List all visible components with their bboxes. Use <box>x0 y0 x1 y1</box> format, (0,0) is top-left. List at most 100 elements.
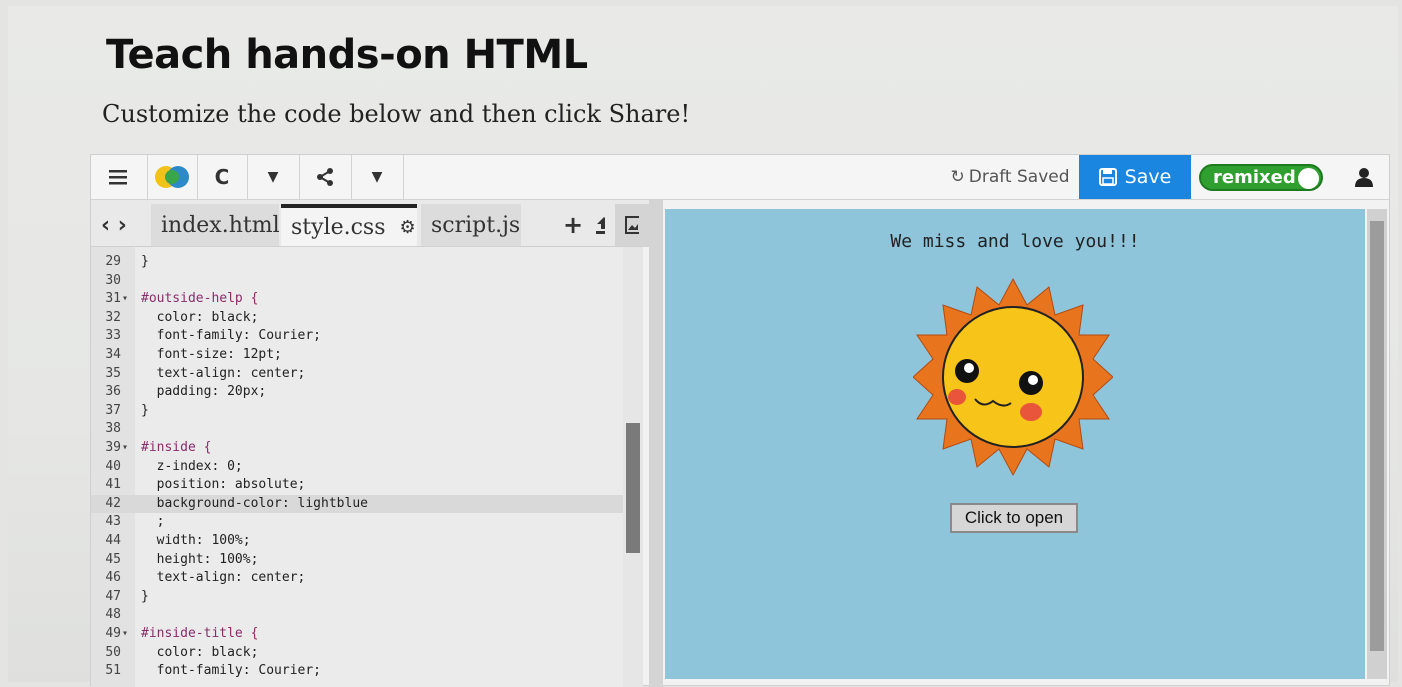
line-number: 45 <box>105 551 121 567</box>
preview-pane: We miss and love you!!! Click to open <box>665 209 1365 679</box>
click-to-open-button[interactable]: Click to open <box>950 503 1078 533</box>
tab-index-html[interactable]: index.html <box>151 204 280 246</box>
code-line[interactable]: 31 ▾ #outside-help { <box>91 290 643 309</box>
remixed-label: remixed <box>1213 167 1296 188</box>
fold-arrow-icon[interactable]: ▾ <box>122 290 128 309</box>
tab-label: index.html <box>161 212 280 238</box>
code-scrollbar[interactable] <box>623 247 643 687</box>
code-line[interactable]: 41 position: absolute; <box>91 476 643 495</box>
share-dropdown[interactable]: ▼ <box>351 155 404 199</box>
line-number: 50 <box>105 644 121 660</box>
line-number: 39 <box>105 440 121 455</box>
line-number: 46 <box>105 570 121 586</box>
add-file-icon: + <box>563 211 584 239</box>
line-number: 49 <box>105 626 121 641</box>
add-file-button[interactable]: + <box>553 204 587 246</box>
pane-divider[interactable] <box>649 200 663 687</box>
user-button[interactable] <box>1337 155 1391 199</box>
logo-button[interactable] <box>147 155 198 199</box>
line-number: 42 <box>105 495 121 511</box>
line-number: 30 <box>105 272 121 288</box>
sun-image <box>913 277 1113 477</box>
menu-icon <box>109 170 127 185</box>
toggle-knob <box>1298 168 1319 189</box>
line-number: 51 <box>105 663 121 679</box>
code-area[interactable]: 29} 30 31 ▾ #outside-help {32 color: black; 3… <box>91 247 643 687</box>
right-cheek <box>1020 403 1042 421</box>
code-line[interactable]: 34 font-size: 12pt; <box>91 346 643 365</box>
remixed-toggle[interactable]: remixed <box>1199 164 1323 191</box>
code-line[interactable]: 51 font-family: Courier; <box>91 662 643 681</box>
right-eye-shine <box>1028 375 1038 385</box>
code-text: width: 100%; <box>141 533 251 548</box>
floppy-disk-icon <box>1098 168 1117 186</box>
code-line[interactable]: 44 width: 100%; <box>91 532 643 551</box>
code-line[interactable]: 49 ▾ #inside-title { <box>91 625 643 644</box>
code-text: #inside-title { <box>141 626 259 641</box>
code-text: } <box>141 402 149 418</box>
line-number: 34 <box>105 347 121 362</box>
save-button[interactable]: Save <box>1079 155 1191 199</box>
code-line[interactable]: 30 <box>91 272 643 291</box>
editor-toolbar: C ▼ ▼ ↻ Draft Saved Save remixed <box>91 155 1389 200</box>
line-number: 37 <box>105 402 121 418</box>
line-number: 38 <box>105 421 121 437</box>
code-line[interactable]: 38 <box>91 420 643 439</box>
menu-button[interactable] <box>91 155 148 199</box>
code-text: ; <box>141 514 165 530</box>
upload-icon <box>596 217 605 234</box>
code-toggle-button[interactable]: ‹ › <box>91 204 149 246</box>
scrollbar-thumb[interactable] <box>1370 221 1384 651</box>
code-line[interactable]: 50 color: black; <box>91 644 643 663</box>
line-number: 33 <box>105 328 121 344</box>
code-line[interactable]: 40 z-index: 0; <box>91 458 643 477</box>
code-text: text-align: center; <box>141 570 306 586</box>
tab-script-js[interactable]: script.js <box>421 204 521 246</box>
code-line[interactable]: 35 text-align: center; <box>91 365 643 384</box>
code-text: color: black; <box>141 644 259 660</box>
line-number: 29 <box>105 254 121 269</box>
line-number: 48 <box>105 607 121 623</box>
code-text: #inside { <box>141 440 212 455</box>
chevron-down-icon: ▼ <box>371 169 383 185</box>
upload-button[interactable] <box>585 204 615 246</box>
code-text: padding: 20px; <box>141 384 267 400</box>
draft-status-label: Draft Saved <box>968 167 1070 187</box>
tab-label: style.css <box>291 214 386 240</box>
line-number: 40 <box>105 458 121 474</box>
scrollbar-thumb[interactable] <box>626 423 640 553</box>
tab-style-css[interactable]: style.css ⚙ <box>281 204 417 246</box>
line-number: 43 <box>105 514 121 530</box>
preview-scrollbar[interactable] <box>1367 209 1387 679</box>
code-line[interactable]: 42 background-color: lightblue <box>91 494 643 514</box>
fold-arrow-icon[interactable]: ▾ <box>122 439 128 458</box>
code-line[interactable]: 43 ; <box>91 513 643 532</box>
refresh-dropdown[interactable]: ▼ <box>247 155 300 199</box>
code-line[interactable]: 48 <box>91 606 643 625</box>
code-text: position: absolute; <box>141 477 306 493</box>
file-tabs: ‹ › index.html style.css ⚙ script.js + <box>91 200 656 247</box>
code-text: background-color: lightblue <box>141 495 368 511</box>
code-line[interactable]: 39 ▾ #inside { <box>91 439 643 458</box>
share-icon <box>317 168 333 186</box>
image-button[interactable] <box>615 204 649 246</box>
share-button[interactable] <box>299 155 352 199</box>
gear-icon[interactable]: ⚙ <box>400 217 416 238</box>
code-line[interactable]: 37} <box>91 402 643 421</box>
save-label: Save <box>1124 166 1172 188</box>
page-title: Teach hands-on HTML <box>106 32 588 78</box>
line-number: 35 <box>105 365 121 381</box>
code-line[interactable]: 47} <box>91 588 643 607</box>
code-text: font-family: Courier; <box>141 328 322 344</box>
code-line[interactable]: 36 padding: 20px; <box>91 383 643 402</box>
code-line[interactable]: 32 color: black; <box>91 309 643 328</box>
fold-arrow-icon[interactable]: ▾ <box>122 625 128 644</box>
refresh-button[interactable]: C <box>197 155 248 199</box>
code-text: color: black; <box>141 309 259 325</box>
code-line[interactable]: 33 font-family: Courier; <box>91 327 643 346</box>
refresh-icon: C <box>214 165 230 189</box>
user-icon <box>1355 168 1373 187</box>
code-line[interactable]: 46 text-align: center; <box>91 569 643 588</box>
code-line[interactable]: 45 height: 100%; <box>91 551 643 570</box>
code-line[interactable]: 29} <box>91 253 643 272</box>
